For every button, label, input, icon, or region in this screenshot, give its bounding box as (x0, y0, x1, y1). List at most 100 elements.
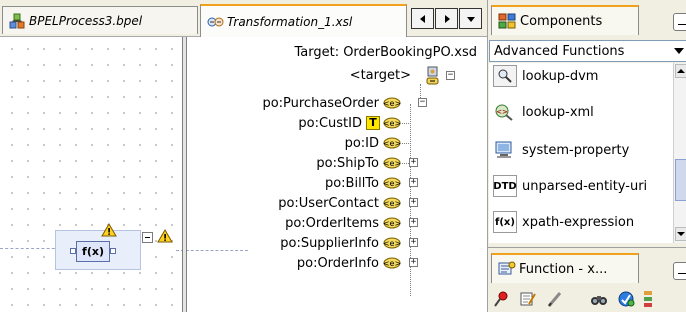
tab-scroll-right-button[interactable] (435, 8, 458, 29)
tab-scroll-left-icon (419, 14, 425, 23)
list-item-unparsed-entity-uri[interactable]: DTD unparsed-entity-uri (493, 171, 647, 201)
scroll-up-button[interactable] (675, 64, 686, 78)
tab-bpel-process-label: BPELProcess3.bpel (29, 13, 143, 28)
source-pane[interactable] (0, 37, 186, 312)
mapper-canvas[interactable]: f(x) Target: OrderBookingPO.xsd <target>… (0, 37, 487, 312)
tree-node-label: po:BillTo (324, 175, 379, 191)
tree-expand-toggle[interactable]: + (409, 178, 418, 187)
lookup-xml-icon: <> (493, 101, 517, 123)
svg-text:<e>: <e> (383, 259, 401, 268)
tree-node-label: <target> (349, 67, 411, 83)
editor-tab-strip: BPELProcess3.bpel Transformation_1.xsl (0, 0, 487, 37)
tree-node-label: po:PurchaseOrder (262, 95, 379, 111)
tab-navigation (411, 8, 482, 29)
tab-transformation[interactable]: Transformation_1.xsl (200, 4, 407, 37)
element-icon: <e> (383, 97, 401, 109)
list-item-lookup-xml[interactable]: <> lookup-xml (493, 97, 594, 127)
tab-function[interactable]: Function - x... (491, 253, 639, 283)
tab-function-label: Function - x... (519, 261, 608, 277)
tree-node-ship-to[interactable]: po:ShipTo <e> (316, 153, 401, 173)
scroll-down-button[interactable] (675, 227, 686, 241)
tab-transformation-label: Transformation_1.xsl (227, 14, 353, 29)
components-scrollbar[interactable] (673, 63, 686, 243)
tree-node-supplier-info[interactable]: po:SupplierInfo <e> (280, 233, 401, 253)
tree-node-purchase-order[interactable]: po:PurchaseOrder <e> (262, 93, 401, 113)
tree-collapse-toggle[interactable]: − (418, 98, 427, 107)
target-pane[interactable]: Target: OrderBookingPO.xsd <target> − po… (187, 37, 487, 312)
element-icon: <e> (383, 217, 401, 229)
tree-node-label: po:ID (344, 135, 379, 151)
components-list: lookup-dvm <> lookup-xml system-property… (489, 63, 673, 243)
tree-node-order-items[interactable]: po:OrderItems <e> (285, 213, 401, 233)
tab-list-dropdown-icon (466, 16, 475, 22)
function-box[interactable]: f(x) (55, 223, 141, 270)
list-item-label: unparsed-entity-uri (522, 178, 648, 194)
tab-scroll-left-button[interactable] (411, 8, 434, 29)
svg-text:<e>: <e> (383, 219, 401, 228)
svg-text:<e>: <e> (383, 179, 401, 188)
components-icon (498, 13, 516, 29)
element-icon: <e> (383, 137, 401, 149)
list-item-system-property[interactable]: system-property (493, 135, 629, 165)
element-icon: <e> (383, 177, 401, 189)
chevron-up-icon (677, 69, 685, 73)
tab-bpel-process[interactable]: BPELProcess3.bpel (2, 6, 198, 34)
tree-node-order-info[interactable]: po:OrderInfo <e> (297, 253, 401, 273)
tree-node-label: po:OrderInfo (296, 255, 379, 271)
svg-text:<e>: <e> (383, 199, 401, 208)
text-badge-icon: T (366, 116, 380, 130)
function-input-port[interactable] (70, 248, 76, 254)
tab-components[interactable]: Components (491, 5, 639, 35)
tree-node-label: po:CustID (298, 115, 362, 131)
system-property-icon (493, 139, 517, 161)
binoculars-icon[interactable] (590, 290, 608, 308)
schema-root-icon (426, 66, 439, 85)
tree-node-label: po:OrderItems (285, 215, 379, 231)
tree-node-user-contact[interactable]: po:UserContact <e> (278, 193, 401, 213)
tree-expand-toggle[interactable]: + (409, 198, 418, 207)
list-item-label: system-property (522, 142, 630, 158)
tab-list-dropdown-button[interactable] (459, 8, 482, 29)
function-output-port[interactable] (110, 248, 116, 254)
xsl-transform-icon (207, 14, 224, 30)
pencil-icon[interactable] (546, 290, 564, 308)
tree-expand-toggle[interactable]: + (409, 158, 418, 167)
tree-expand-toggle[interactable]: + (409, 258, 418, 267)
category-select[interactable]: Advanced Functions (489, 40, 686, 62)
pin-icon[interactable] (492, 290, 510, 308)
svg-text:<e>: <e> (383, 239, 401, 248)
list-item-xpath-expression[interactable]: f(x) xpath-expression (493, 207, 634, 237)
minimize-button[interactable] (673, 262, 686, 280)
svg-text:<>: <> (496, 108, 508, 116)
list-item-lookup-dvm[interactable]: lookup-dvm (493, 63, 598, 91)
tree-collapse-toggle[interactable]: − (446, 71, 455, 80)
tree-node-cust-id[interactable]: po:CustID T <e> (298, 113, 401, 133)
tree-expand-toggle[interactable]: + (409, 218, 418, 227)
svg-text:<e>: <e> (383, 159, 401, 168)
lookup-dvm-icon (493, 65, 517, 87)
tree-expand-toggle[interactable]: + (409, 238, 418, 247)
tree-node-id[interactable]: po:ID <e> (344, 133, 402, 153)
function-box-label: f(x) (76, 241, 110, 262)
list-item-label: xpath-expression (522, 214, 635, 230)
chevron-down-icon (677, 232, 685, 236)
element-icon: <e> (383, 117, 401, 129)
bpel-process-icon (9, 13, 25, 29)
function-collapse-toggle[interactable] (142, 232, 153, 243)
target-schema-title: Target: OrderBookingPO.xsd (294, 45, 477, 60)
element-icon: <e> (383, 257, 401, 269)
refresh-icon[interactable] (617, 290, 635, 308)
more-icon[interactable] (644, 290, 652, 308)
components-header: Components (488, 5, 686, 35)
scrollbar-thumb[interactable] (675, 159, 686, 201)
function-properties-icon (498, 261, 516, 275)
function-panel: Function - x... (487, 247, 686, 312)
tree-node-target-root[interactable]: <target> (350, 65, 415, 85)
minimize-button[interactable] (673, 13, 686, 31)
svg-text:<e>: <e> (383, 99, 401, 108)
tree-node-bill-to[interactable]: po:BillTo <e> (325, 173, 401, 193)
element-icon: <e> (383, 157, 401, 169)
edit-properties-icon[interactable] (519, 290, 537, 308)
tree-node-label: po:SupplierInfo (280, 235, 379, 251)
mapping-warning-icon (157, 229, 173, 243)
